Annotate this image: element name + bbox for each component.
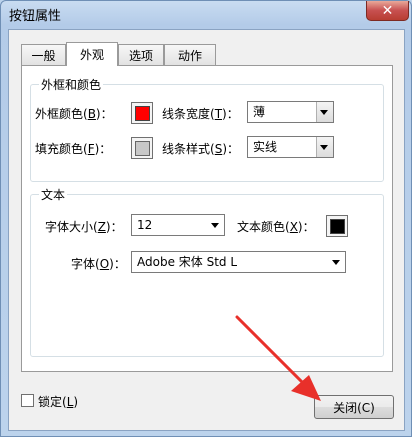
chevron-down-icon — [332, 260, 340, 265]
border-color-fill — [134, 105, 150, 121]
fill-color-swatch[interactable] — [131, 137, 153, 159]
tab-label: 一般 — [31, 48, 56, 63]
chevron-down-icon — [211, 223, 219, 228]
font-size-value: 12 — [137, 218, 153, 232]
tab-label: 选项 — [128, 48, 153, 63]
tab-actions[interactable]: 动作 — [164, 44, 216, 65]
chevron-down-icon — [320, 145, 328, 150]
dialog-window: 按钮属性 ✕ 一般 外观 选项 动作 外框和颜色 外框颜色(B)： 线条宽度(T… — [0, 0, 412, 437]
tab-general[interactable]: 一般 — [21, 44, 66, 65]
line-width-select[interactable]: 薄 — [247, 101, 334, 123]
tab-label: 动作 — [177, 48, 202, 63]
tab-appearance[interactable]: 外观 — [66, 42, 118, 66]
line-width-value: 薄 — [253, 105, 266, 119]
annotation-arrow-icon — [235, 315, 321, 401]
border-color-group: 外框和颜色 外框颜色(B)： 线条宽度(T)： 薄 填充颜色(F)： 线条样式(… — [30, 76, 384, 182]
font-label: 字体(O)： — [71, 257, 126, 271]
close-icon: ✕ — [381, 2, 394, 19]
text-color-fill — [329, 218, 345, 234]
font-size-label: 字体大小(Z)： — [45, 220, 123, 234]
close-dialog-label: 关闭(C) — [333, 400, 375, 415]
text-color-swatch[interactable] — [326, 215, 348, 237]
tab-options[interactable]: 选项 — [118, 44, 164, 65]
title-bar: 按钮属性 ✕ — [1, 1, 411, 27]
fill-color-label: 填充颜色(F)： — [35, 142, 112, 156]
text-color-label: 文本颜色(X)： — [237, 220, 315, 234]
line-style-label: 线条样式(S)： — [162, 142, 239, 156]
group-title: 文本 — [39, 186, 68, 203]
line-style-value: 实线 — [253, 140, 278, 154]
line-width-label: 线条宽度(T)： — [162, 107, 239, 121]
font-size-combo[interactable]: 12 — [131, 214, 225, 236]
line-style-select[interactable]: 实线 — [247, 136, 334, 158]
fill-color-fill — [134, 140, 150, 156]
lock-label: 锁定(L) — [38, 395, 79, 409]
lock-checkbox[interactable] — [21, 394, 34, 407]
tab-label: 外观 — [79, 48, 104, 62]
font-value: Adobe 宋体 Std L — [137, 255, 238, 269]
border-color-swatch[interactable] — [131, 102, 153, 124]
dialog-client: 一般 外观 选项 动作 外框和颜色 外框颜色(B)： 线条宽度(T)： 薄 填充… — [8, 29, 405, 431]
group-title: 外框和颜色 — [39, 76, 104, 93]
font-select[interactable]: Adobe 宋体 Std L — [131, 251, 346, 273]
border-color-label: 外框颜色(B)： — [35, 107, 113, 121]
close-button[interactable]: ✕ — [366, 1, 409, 21]
chevron-down-icon — [320, 110, 328, 115]
window-title: 按钮属性 — [9, 9, 62, 24]
